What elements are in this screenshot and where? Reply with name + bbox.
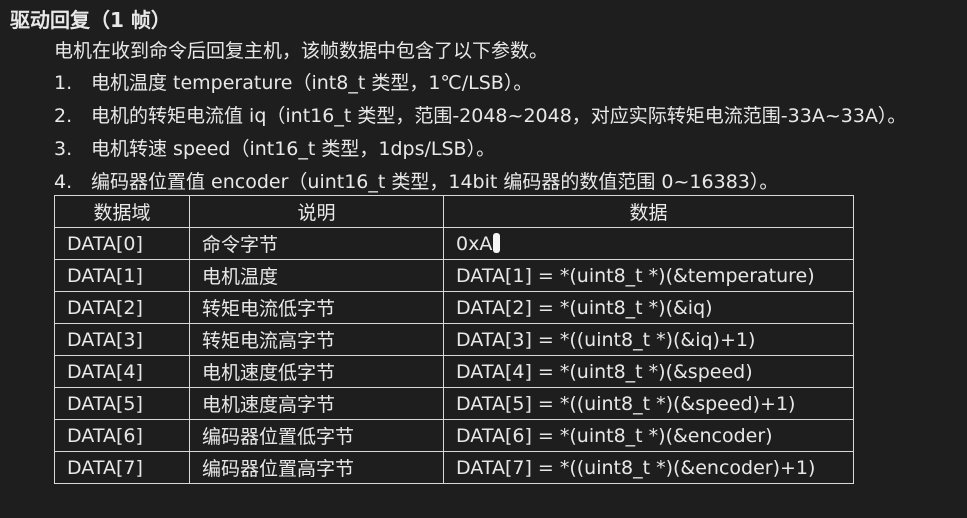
intro-text: 电机在收到命令后回复主机，该帧数据中包含了以下参数。 bbox=[54, 40, 549, 62]
list-text: 电机的转矩电流值 iq（int16_t 类型，范围-2048~2048，对应实际… bbox=[91, 105, 907, 127]
table-row: DATA[6] 编码器位置低字节 DATA[6] = *(uint8_t *)(… bbox=[54, 419, 854, 452]
cell-description: 编码器位置高字节 bbox=[189, 451, 444, 484]
list-number: 3. bbox=[54, 138, 73, 160]
cell-data: DATA[2] = *(uint8_t *)(&iq) bbox=[443, 291, 854, 324]
cell-description: 命令字节 bbox=[189, 227, 444, 260]
cell-data: DATA[3] = *((uint8_t *)(&iq)+1) bbox=[443, 323, 854, 356]
cell-field: DATA[1] bbox=[54, 259, 190, 292]
list-item: 1. 电机温度 temperature（int8_t 类型，1℃/LSB）。 bbox=[54, 67, 906, 100]
cell-field: DATA[6] bbox=[54, 419, 190, 452]
data-table: 数据域 说明 数据 DATA[0] 命令字节 0xA DATA[1] 电机温度 … bbox=[54, 195, 854, 484]
table-row: DATA[4] 电机速度低字节 DATA[4] = *(uint8_t *)(&… bbox=[54, 355, 854, 388]
cell-description: 电机速度高字节 bbox=[189, 387, 444, 420]
cell-field: DATA[5] bbox=[54, 387, 190, 420]
header-data: 数据 bbox=[443, 195, 854, 228]
cell-data: DATA[4] = *(uint8_t *)(&speed) bbox=[443, 355, 854, 388]
cell-field: DATA[0] bbox=[54, 227, 190, 260]
cell-data: DATA[7] = *((uint8_t *)(&encoder)+1) bbox=[443, 451, 854, 484]
table-row: DATA[3] 转矩电流高字节 DATA[3] = *((uint8_t *)(… bbox=[54, 323, 854, 356]
parameter-list: 1. 电机温度 temperature（int8_t 类型，1℃/LSB）。 2… bbox=[54, 67, 906, 199]
text-cursor bbox=[493, 232, 501, 253]
cell-field: DATA[7] bbox=[54, 451, 190, 484]
cell-field: DATA[4] bbox=[54, 355, 190, 388]
cell-description: 电机温度 bbox=[189, 259, 444, 292]
list-item: 3. 电机转速 speed（int16_t 类型，1dps/LSB）。 bbox=[54, 133, 906, 166]
list-number: 1. bbox=[54, 72, 73, 94]
list-number: 2. bbox=[54, 105, 73, 127]
cell-data: DATA[5] = *((uint8_t *)(&speed)+1) bbox=[443, 387, 854, 420]
cell-description: 转矩电流高字节 bbox=[189, 323, 444, 356]
table-row: DATA[5] 电机速度高字节 DATA[5] = *((uint8_t *)(… bbox=[54, 387, 854, 420]
table-row: DATA[2] 转矩电流低字节 DATA[2] = *(uint8_t *)(&… bbox=[54, 291, 854, 324]
cell-description: 电机速度低字节 bbox=[189, 355, 444, 388]
cell-field: DATA[3] bbox=[54, 323, 190, 356]
cell-description: 编码器位置低字节 bbox=[189, 419, 444, 452]
cell-field: DATA[2] bbox=[54, 291, 190, 324]
cell-description: 转矩电流低字节 bbox=[189, 291, 444, 324]
header-description: 说明 bbox=[189, 195, 444, 228]
section-title: 驱动回复（1 帧） bbox=[10, 8, 171, 32]
list-item: 2. 电机的转矩电流值 iq（int16_t 类型，范围-2048~2048，对… bbox=[54, 100, 906, 133]
table-header-row: 数据域 说明 数据 bbox=[54, 195, 854, 228]
cell-data: DATA[1] = *(uint8_t *)(&temperature) bbox=[443, 259, 854, 292]
cell-data: DATA[6] = *(uint8_t *)(&encoder) bbox=[443, 419, 854, 452]
table-row: DATA[1] 电机温度 DATA[1] = *(uint8_t *)(&tem… bbox=[54, 259, 854, 292]
table-row: DATA[7] 编码器位置高字节 DATA[7] = *((uint8_t *)… bbox=[54, 451, 854, 484]
cell-data-text: 0xA bbox=[456, 232, 493, 255]
list-text: 电机温度 temperature（int8_t 类型，1℃/LSB）。 bbox=[91, 72, 533, 94]
header-field: 数据域 bbox=[54, 195, 190, 228]
cell-data[interactable]: 0xA bbox=[443, 227, 854, 260]
table-row: DATA[0] 命令字节 0xA bbox=[54, 227, 854, 260]
list-text: 电机转速 speed（int16_t 类型，1dps/LSB）。 bbox=[91, 138, 496, 160]
